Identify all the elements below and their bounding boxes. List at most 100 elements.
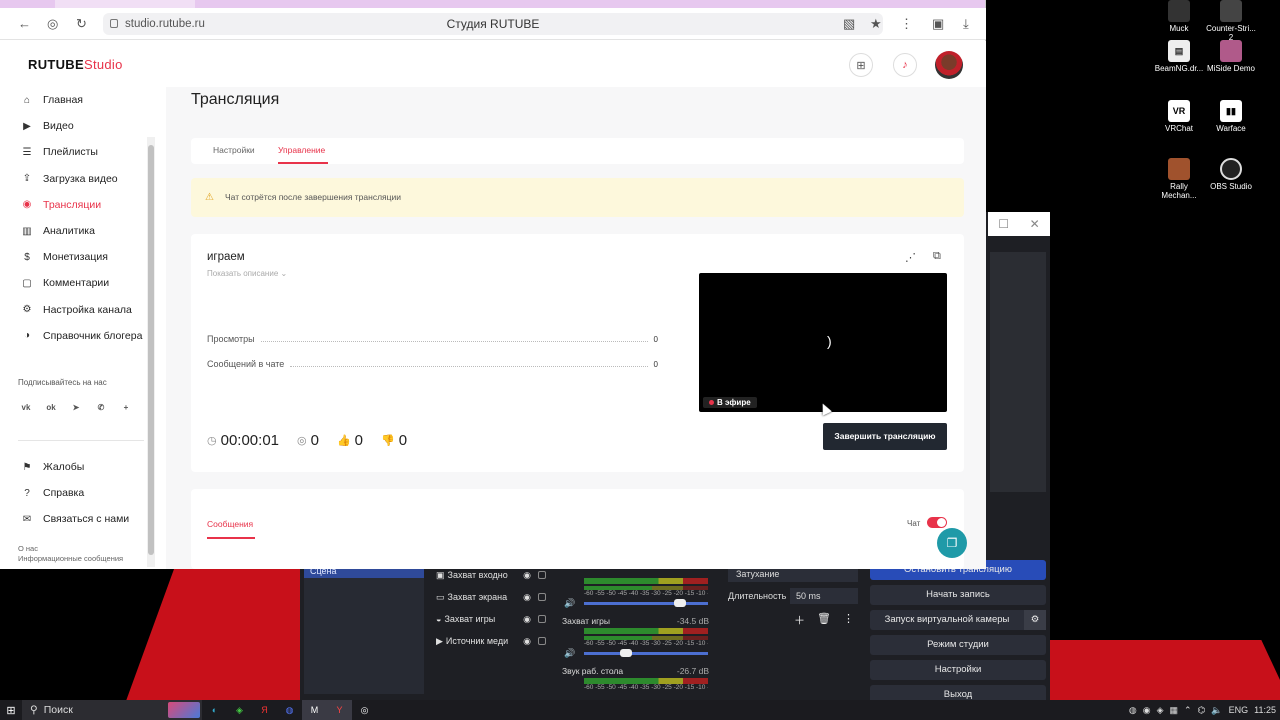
sidebar-item-upload[interactable]: ⇪ Загрузка видео [6,166,156,192]
upload-button[interactable]: ⊞ [849,53,873,77]
gear-icon[interactable]: ⚙ [1024,610,1046,630]
chat-toggle[interactable] [927,517,947,528]
external-link-icon[interactable]: ⧉ [933,250,941,263]
vk-icon[interactable]: vk [18,399,34,415]
lock-icon[interactable] [538,637,546,645]
obs-source-item[interactable]: ▭ Захват экрана ◉ [432,586,550,608]
share-icon[interactable]: ⋰ [905,251,916,264]
virtual-camera-button[interactable]: Запуск виртуальной камеры ⚙ [870,610,1046,630]
sidebar-item-video[interactable]: ▶ Видео [6,113,156,139]
start-recording-button[interactable]: Начать запись [870,585,1046,605]
sidebar-item-channel-settings[interactable]: ⚙ Настройка канала [6,297,156,323]
obs-source-item[interactable]: ◒ Захват игры ◉ [432,608,550,630]
speaker-icon[interactable]: 🔊 [564,598,575,609]
desktop-icon-miside[interactable]: MiSide Demo [1204,40,1258,73]
chevron-up-icon[interactable]: ⌃ [1184,705,1192,716]
eye-icon[interactable]: ◉ [523,614,531,625]
speaker-icon[interactable]: 🔊 [564,648,575,659]
eye-icon[interactable]: ◉ [523,570,531,581]
browser-tab[interactable] [55,0,195,8]
desktop-icon-vrchat[interactable]: VR VRChat [1152,100,1206,133]
studio-mode-button[interactable]: Режим студии [870,635,1046,655]
end-stream-button[interactable]: Завершить трансляцию [823,423,947,450]
desktop-icon-beamng[interactable]: ▤ BeamNG.dr... [1152,40,1206,73]
back-icon[interactable]: ← [18,16,31,31]
taskbar-search[interactable]: ⚲ Поиск [22,700,202,720]
viber-icon[interactable]: ✆ [93,399,109,415]
slider-knob[interactable] [674,599,686,607]
sidebar-item-blogger-guide[interactable]: ◑ Справочник блогера [6,323,156,349]
taskbar-obs[interactable]: ◎ [352,700,377,720]
taskbar-discord[interactable]: ◍ [277,700,302,720]
menu-icon[interactable]: ⋮ [900,16,913,32]
lock-icon[interactable] [538,593,546,601]
desktop-icon-obs[interactable]: OBS Studio [1204,158,1258,191]
telegram-icon[interactable]: ➤ [68,399,84,415]
tray-icon[interactable]: ◈ [1157,705,1164,716]
about-link[interactable]: О нас [18,544,123,554]
avatar[interactable] [935,51,963,79]
support-chat-button[interactable]: ❐ [937,528,967,558]
sidebar-item-broadcasts[interactable]: ◉ Трансляции [6,192,156,218]
more-icon[interactable]: ⋮ [843,612,854,628]
scrollbar-thumb[interactable] [148,145,154,555]
sidebar-item-monetization[interactable]: $ Монетизация [6,244,156,270]
desktop-icon-warface[interactable]: ▮▮ Warface [1204,100,1258,133]
lock-icon[interactable] [538,615,546,623]
tab-messages[interactable]: Сообщения [207,519,253,529]
taskbar-app[interactable]: M [302,700,327,720]
ok-icon[interactable]: ok [43,399,59,415]
eye-icon[interactable]: ◉ [523,592,531,603]
lock-icon[interactable] [538,571,546,579]
bookmark-icon[interactable]: ★ [870,16,882,32]
duration-input[interactable]: 50 ms [790,588,858,604]
desktop-icon-rally[interactable]: Rally Mechan... [1152,158,1206,200]
obs-source-item[interactable]: ▶ Источник меди ◉ [432,630,550,652]
sidebar-item-contact[interactable]: ✉ Связаться с нами [6,506,156,532]
taskbar-yandex-browser[interactable]: Y [327,700,352,720]
extension-icon[interactable]: ◎ [47,16,58,32]
sidebar-scrollbar[interactable] [147,137,155,567]
sidebar-item-help[interactable]: ? Справка [6,480,156,506]
show-description-link[interactable]: Показать описание ⌄ [207,269,287,278]
close-icon[interactable]: ✕ [1030,217,1040,231]
volume-icon[interactable]: 🔈 [1211,705,1222,716]
plus-icon[interactable]: + [118,399,134,415]
notifications-button[interactable]: ♪ [893,53,917,77]
start-button[interactable]: ⊞ [0,700,22,720]
tabs-icon[interactable]: ▣ [932,16,944,32]
volume-slider[interactable] [584,599,708,607]
obs-settings-button[interactable]: Настройки [870,660,1046,680]
tray-icon[interactable]: ▦ [1169,705,1178,716]
slider-knob[interactable] [620,649,632,657]
maximize-icon[interactable]: ☐ [998,217,1009,231]
taskbar-yandex[interactable]: Я [252,700,277,720]
desktop-icon-counter-strike[interactable]: Counter-Stri... 2 [1204,0,1258,42]
taskbar-browser[interactable]: ◈ [227,700,252,720]
sidebar-item-complaints[interactable]: ⚑ Жалобы [6,454,156,480]
clock[interactable]: 11:25 [1254,705,1276,715]
rutube-studio-logo[interactable]: RUTUBEStudio [28,57,123,72]
plus-icon[interactable]: ＋ [794,612,805,628]
sidebar-item-playlists[interactable]: ☰ Плейлисты [6,139,156,165]
sidebar-item-home[interactable]: ⌂ Главная [6,87,156,113]
sidebar-item-analytics[interactable]: ▥ Аналитика [6,218,156,244]
language-indicator[interactable]: ENG [1229,705,1249,715]
video-player[interactable]: ) В эфире [699,273,947,412]
reload-icon[interactable]: ↻ [76,16,87,32]
url-field[interactable]: studio.rutube.ru [103,13,883,35]
tray-icon[interactable]: ◍ [1129,705,1137,716]
download-icon[interactable]: ⤓ [963,16,969,32]
eye-icon[interactable]: ◉ [523,636,531,647]
sidebar-item-comments[interactable]: ▢ Комментарии [6,270,156,296]
desktop-icon-muck[interactable]: Muck [1152,0,1206,33]
tab-management[interactable]: Управление [278,145,325,155]
volume-slider[interactable] [584,649,708,657]
tab-settings[interactable]: Настройки [213,145,255,155]
taskbar-edge[interactable]: ◐ [202,700,227,720]
trash-icon[interactable]: 🗑 [817,612,831,628]
network-icon[interactable]: ⌬ [1198,705,1206,716]
tray-icon[interactable]: ◉ [1143,705,1151,716]
translate-icon[interactable]: ▧ [843,16,855,32]
info-link[interactable]: Информационные сообщения [18,554,123,564]
